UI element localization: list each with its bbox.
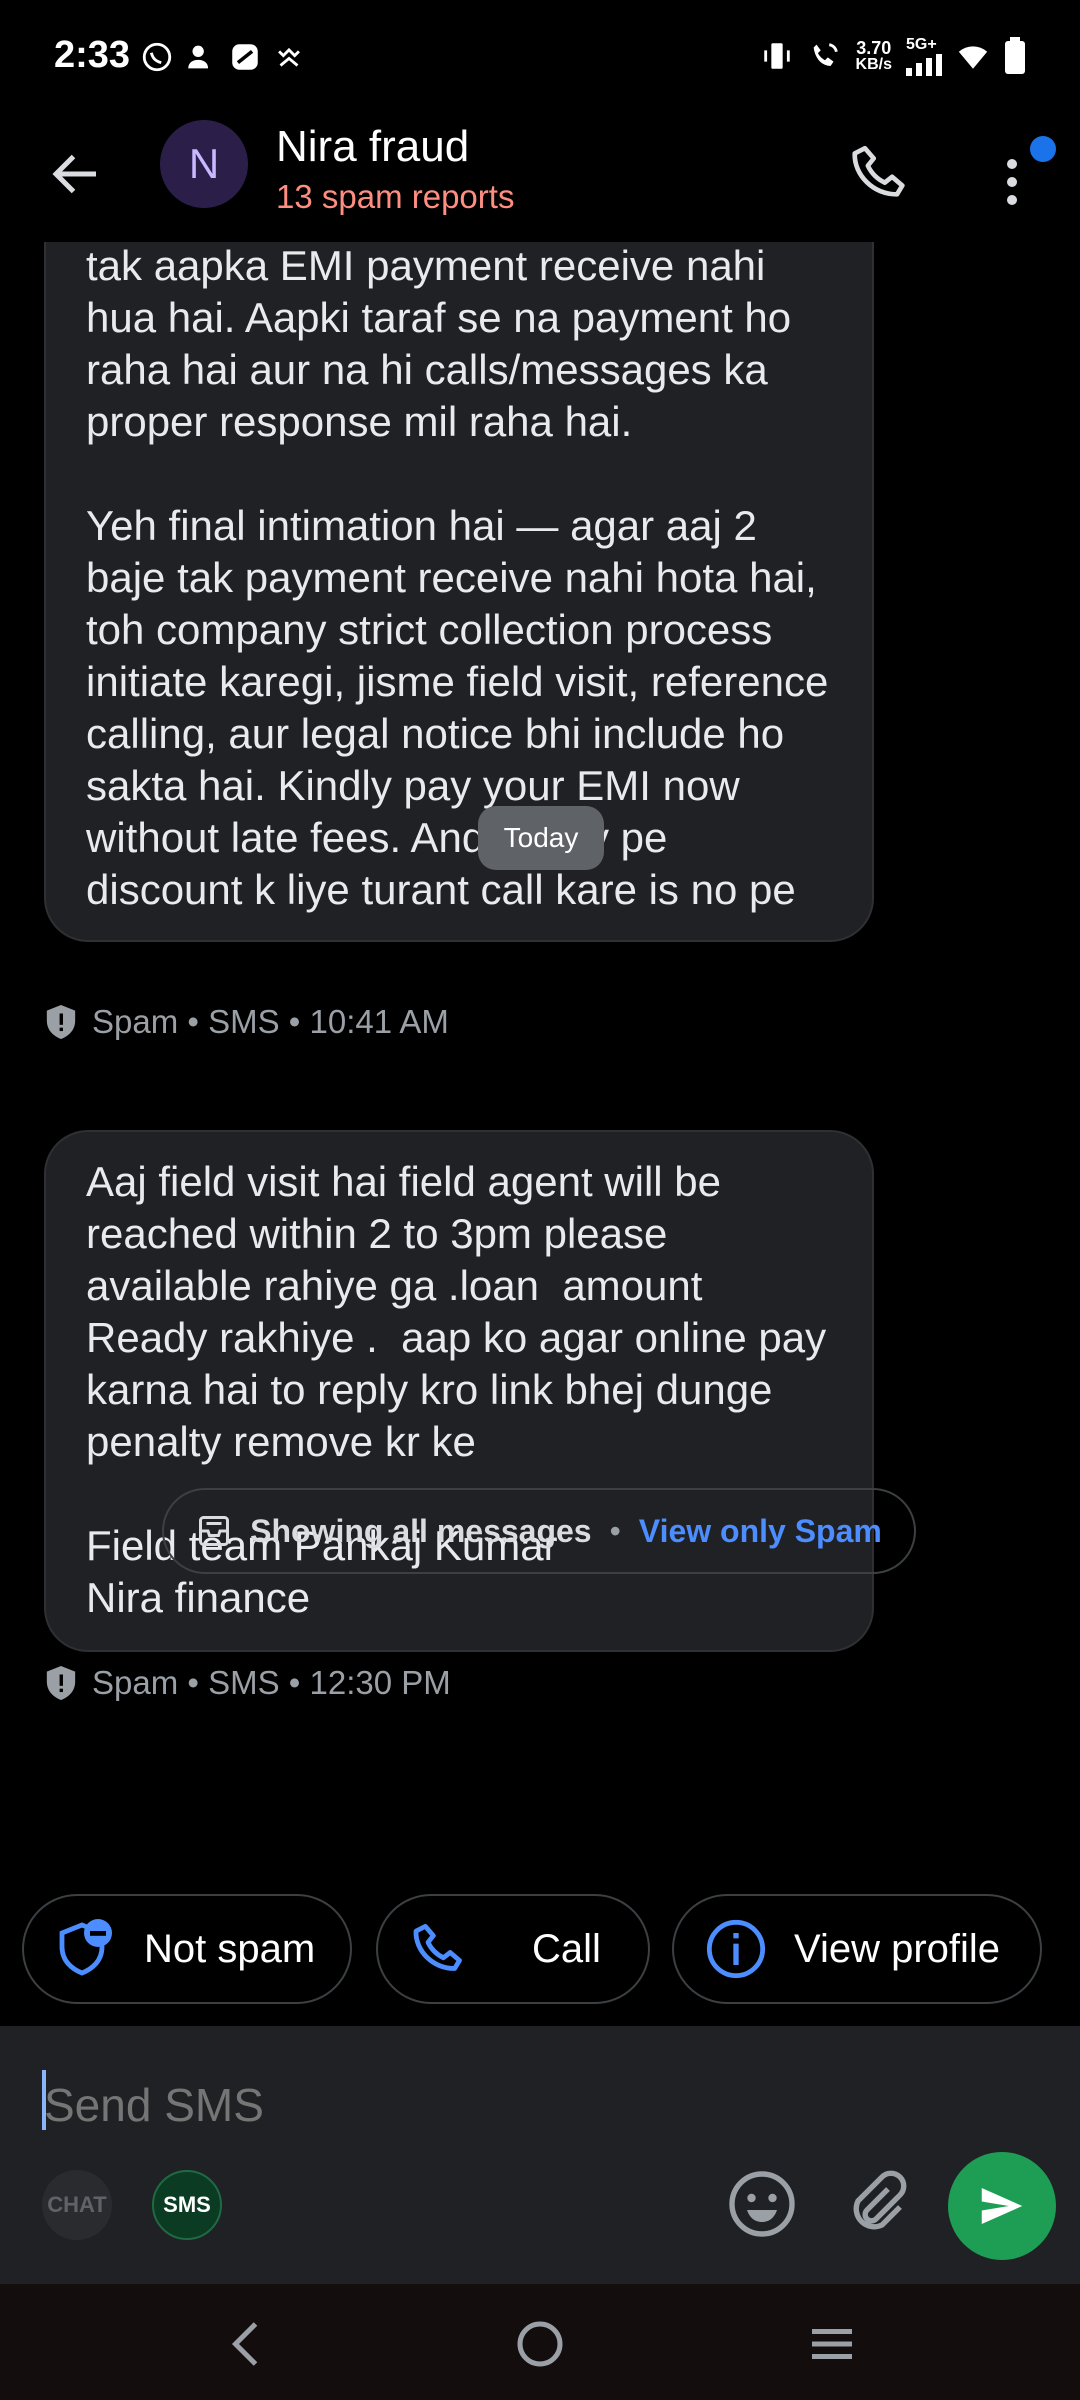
not-spam-button[interactable]: Not spam [22,1894,352,2004]
send-icon [981,2188,1023,2224]
contact-icon [188,45,209,69]
view-profile-button[interactable]: View profile [672,1894,1042,2004]
avatar[interactable]: N [160,120,248,208]
net-speed: 3.70 KB/s [855,38,892,73]
status-bar: 2:33 3.70 KB/s 5G+ [0,0,1080,118]
more-vert-icon [1007,159,1017,205]
wifi-icon [958,46,988,69]
message-filter-pill: Showing all messages • View only Spam [162,1488,916,1574]
message-bubble[interactable]: tak aapka EMI payment receive nahi hua h… [44,242,874,942]
attachment-icon[interactable] [840,2168,912,2240]
spam-report-count: 13 spam reports [276,178,515,215]
back-arrow-icon[interactable] [46,144,106,204]
spam-shield-icon [46,1666,76,1700]
whatsapp-icon [142,42,172,72]
nav-home-icon[interactable] [510,2314,570,2374]
sms-mode-button[interactable]: SMS [152,2170,222,2240]
chat-mode-button[interactable]: CHAT [42,2170,112,2240]
app-icon [232,44,258,70]
message-list[interactable]: tak aapka EMI payment receive nahi hua h… [0,242,1080,1892]
date-divider: Today [478,806,604,870]
vibrate-icon [763,43,790,69]
inbox-icon [199,1516,230,1546]
conversation-header: N Nira fraud 13 spam reports [0,118,1080,242]
notification-badge [1030,136,1056,162]
cast-icon [278,47,300,67]
sms-input[interactable] [44,2070,1044,2140]
more-options-button[interactable] [996,134,1056,214]
phone-icon [413,1923,462,1971]
message-composer: CHAT SMS [0,2026,1080,2284]
phone-icon[interactable] [846,138,916,208]
status-system-icons: 3.70 KB/s 5G+ [760,36,1026,76]
status-time: 2:33 [54,34,131,76]
signal-icon [906,54,942,76]
nav-back-icon[interactable] [218,2314,278,2374]
filter-label: Showing all messages [250,1512,592,1549]
info-icon [706,1919,766,1979]
emoji-icon[interactable] [726,2168,798,2240]
system-navigation-bar [0,2284,1080,2400]
message-meta: Spam • SMS • 10:41 AM [44,1003,449,1041]
text-cursor [42,2070,46,2130]
wifi-calling-icon [813,43,838,66]
shield-remove-icon [59,1919,112,1976]
status-notification-icons [140,40,306,74]
send-button[interactable] [948,2152,1056,2260]
spam-shield-icon [46,1005,76,1039]
view-only-spam-link[interactable]: View only Spam [639,1513,882,1550]
message-meta: Spam • SMS • 12:30 PM [44,1664,451,1702]
battery-icon [1005,37,1025,74]
nav-menu-icon[interactable] [802,2314,862,2374]
contact-name[interactable]: Nira fraud [276,122,469,172]
network-type: 5G+ [906,36,937,53]
call-button[interactable]: Call [376,1894,650,2004]
